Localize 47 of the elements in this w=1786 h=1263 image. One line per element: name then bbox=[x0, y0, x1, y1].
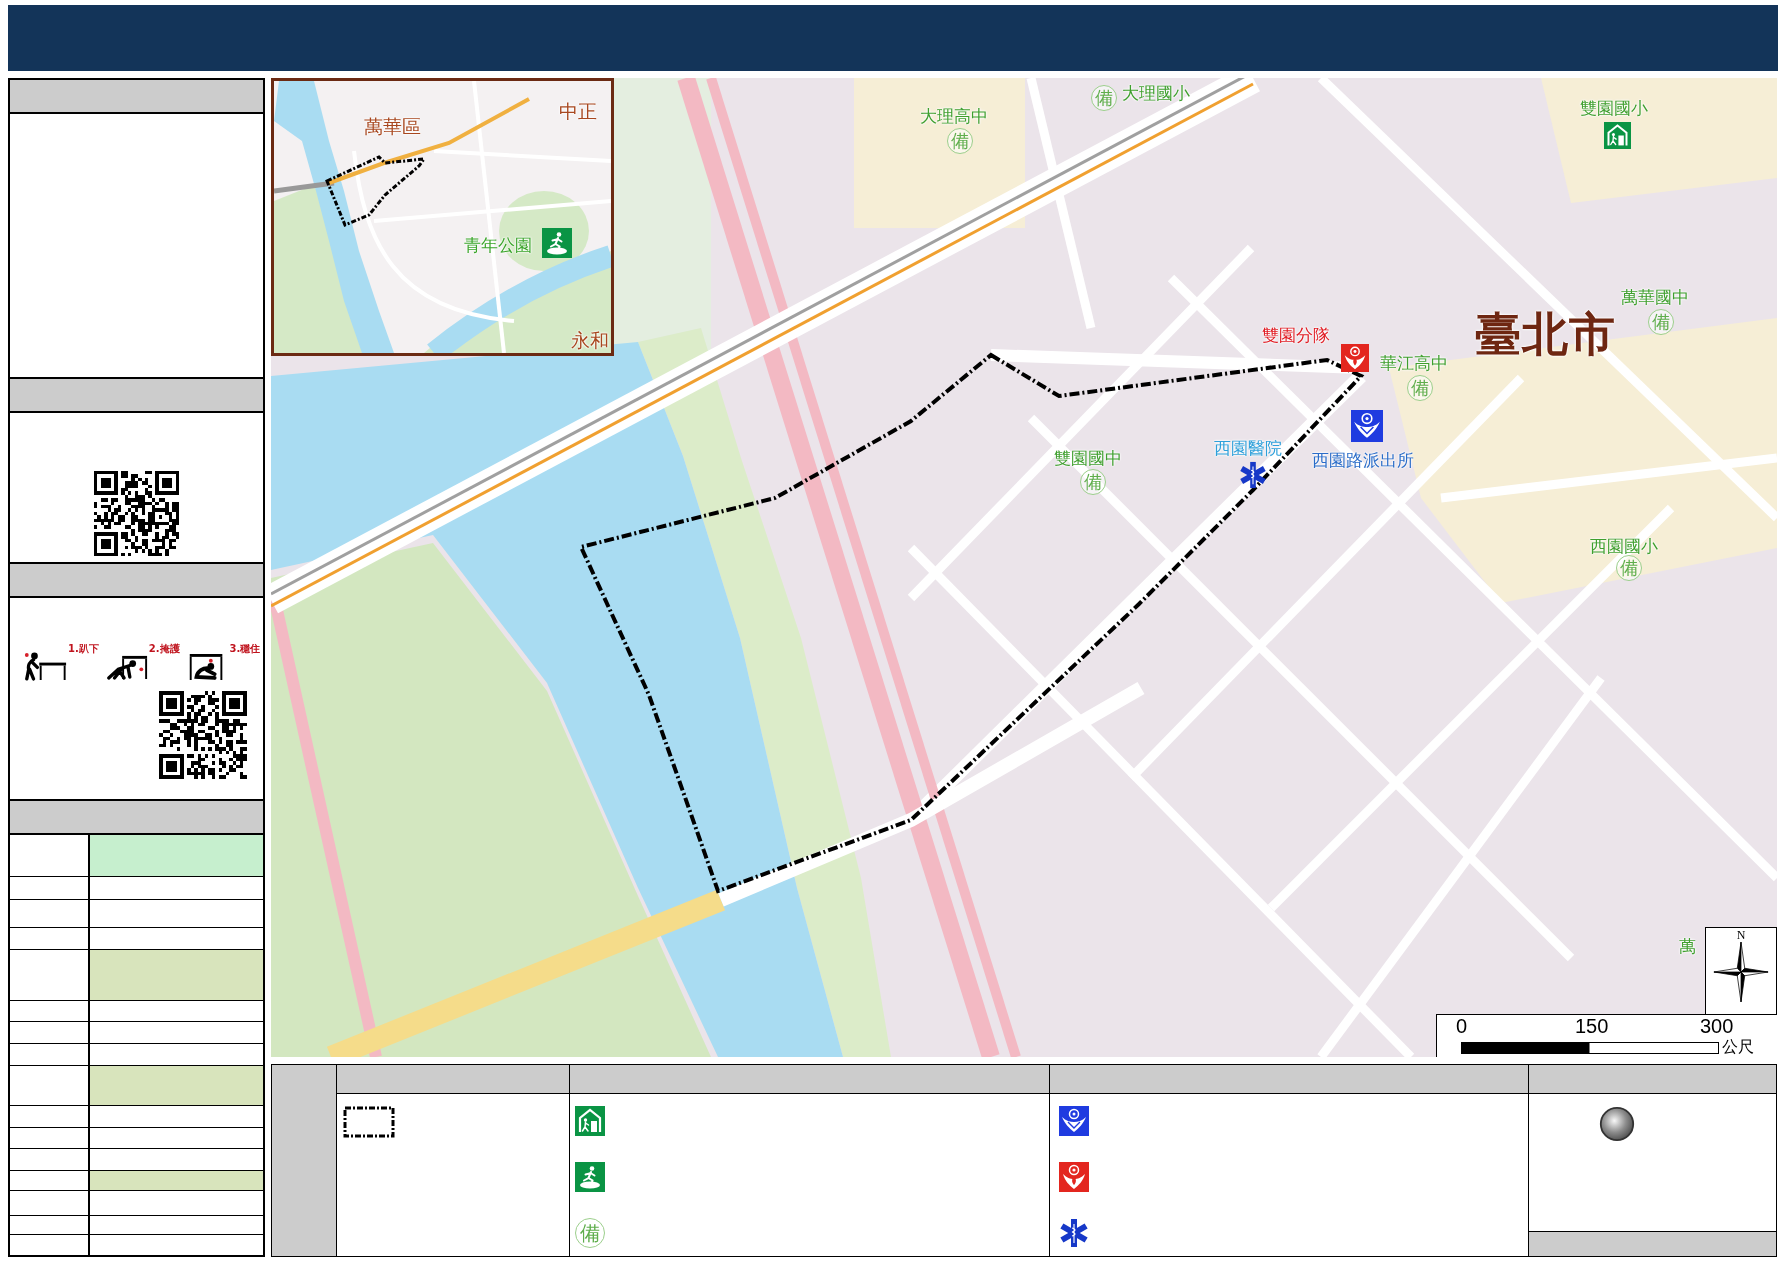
dashed-frame-icon bbox=[343, 1106, 395, 1138]
qr-code-icon bbox=[94, 471, 179, 556]
running-person-icon bbox=[575, 1162, 605, 1192]
map-label: 雙園分隊 bbox=[1262, 327, 1330, 345]
qr-code-icon bbox=[159, 691, 247, 779]
map-label: 永和 bbox=[571, 331, 609, 351]
circled-glyph: 備 bbox=[1648, 309, 1674, 335]
step-label: 1.趴下 bbox=[68, 644, 99, 654]
house-exit-icon bbox=[575, 1106, 605, 1136]
compass-star-icon bbox=[1713, 941, 1769, 1003]
fire-emblem-icon bbox=[1059, 1162, 1089, 1192]
house-exit-icon bbox=[1604, 122, 1631, 149]
map-label: 雙園國小 bbox=[1580, 100, 1648, 118]
circled-glyph: 備 bbox=[1616, 555, 1642, 581]
police-emblem-icon bbox=[1351, 410, 1383, 442]
circled-glyph: 備 bbox=[575, 1218, 605, 1248]
step-label: 3.穩住 bbox=[229, 644, 261, 654]
map-label: 大理高中 bbox=[920, 108, 988, 126]
map-label: 雙園國中 bbox=[1054, 450, 1122, 468]
unit-label: 公尺 bbox=[1722, 1039, 1754, 1055]
circled-glyph: 備 bbox=[947, 128, 973, 154]
map-label: 西園國小 bbox=[1590, 538, 1658, 556]
running-person-icon bbox=[542, 228, 572, 258]
scale-label: 150 bbox=[1575, 1016, 1609, 1036]
person-at-table-icon bbox=[22, 650, 68, 681]
north-label: N bbox=[1736, 929, 1746, 941]
map-label: 西園路派出所 bbox=[1312, 452, 1414, 470]
step-label: 2.掩護 bbox=[148, 644, 180, 654]
round-marker-icon bbox=[1599, 1106, 1635, 1142]
star-of-life-icon bbox=[1239, 461, 1267, 489]
circled-glyph: 備 bbox=[1080, 469, 1106, 495]
map-label: 萬華國中 bbox=[1621, 289, 1689, 307]
map-label: 西園醫院 bbox=[1214, 440, 1282, 458]
scale-label: 0 bbox=[1456, 1016, 1468, 1036]
police-emblem-icon bbox=[1059, 1106, 1089, 1136]
circled-glyph: 備 bbox=[1407, 375, 1433, 401]
star-of-life-icon bbox=[1059, 1218, 1089, 1248]
map-label: 大理國小 bbox=[1122, 85, 1190, 103]
circled-glyph: 備 bbox=[1091, 85, 1117, 111]
map-label: 華江高中 bbox=[1380, 355, 1448, 373]
map-label: 臺北市 bbox=[1475, 310, 1616, 359]
fire-emblem-icon bbox=[1341, 344, 1369, 372]
map-label: 中正 bbox=[559, 102, 597, 122]
map-label: 萬華區 bbox=[364, 117, 421, 137]
map-label: 萬 bbox=[1679, 938, 1696, 956]
scale-label: 300 bbox=[1700, 1016, 1734, 1036]
map-label: 青年公園 bbox=[464, 237, 532, 255]
